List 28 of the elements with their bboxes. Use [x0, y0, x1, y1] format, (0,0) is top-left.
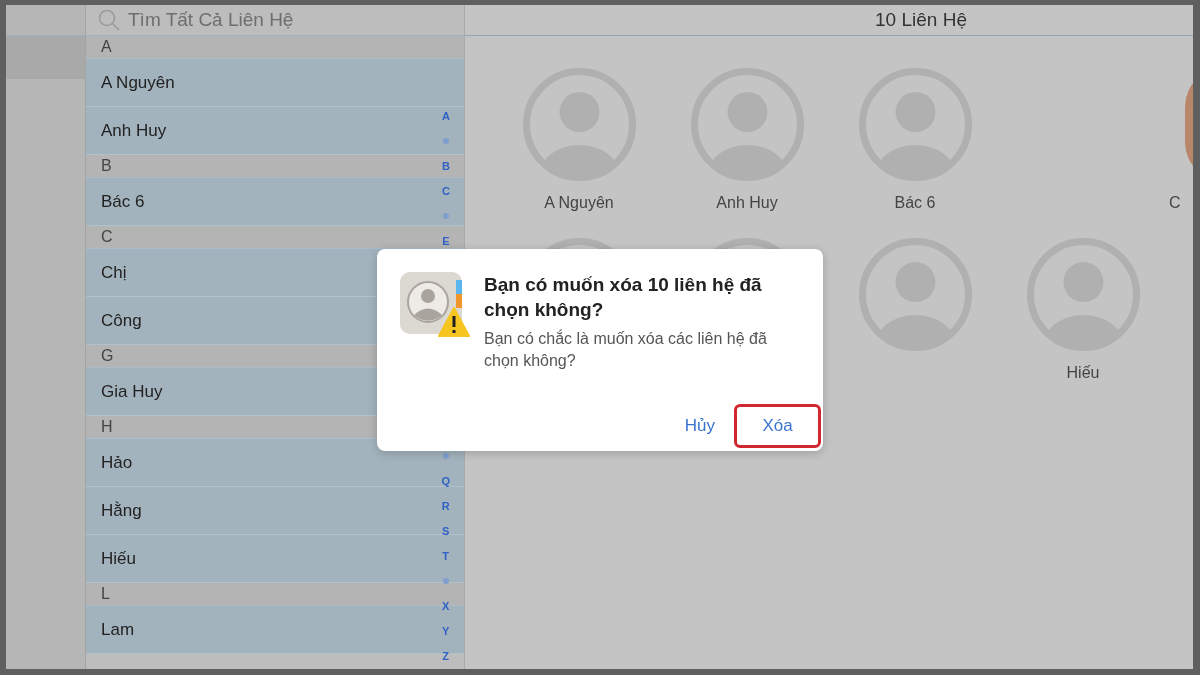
contact-name: Bác 6 [893, 194, 937, 212]
search-icon [98, 9, 120, 31]
contact-name: A Nguyên [543, 194, 615, 212]
dialog-title: Bạn có muốn xóa 10 liên hệ đã chọn không? [484, 273, 763, 322]
detail-title: 10 Liên Hệ [874, 9, 967, 32]
index-letter[interactable]: R [441, 499, 450, 513]
index-dot[interactable] [443, 213, 449, 219]
index-letter[interactable]: T [442, 549, 450, 563]
index-dot[interactable] [443, 138, 449, 144]
dialog-message: Bạn có chắc là muốn xóa các liên hệ đã chọn không? [484, 328, 768, 371]
contact-row[interactable]: A Nguyên [86, 59, 464, 107]
index-letter[interactable]: A [442, 109, 450, 123]
index-dot[interactable] [442, 453, 449, 459]
index-letter[interactable]: B [442, 159, 450, 173]
index-letter[interactable]: C [442, 184, 450, 198]
search-field[interactable]: Tìm Tất Cả Liên Hệ [128, 9, 428, 31]
index-letter[interactable]: E [442, 234, 450, 248]
sidebar-item[interactable] [6, 36, 85, 79]
contact-name: C [1168, 194, 1182, 212]
index-letter[interactable]: S [442, 524, 450, 538]
dialog-button[interactable]: Xóa [734, 404, 821, 448]
section-header: A [86, 36, 464, 59]
index-letter[interactable]: Y [442, 624, 450, 638]
contact-name: Hiếu [1065, 364, 1101, 382]
index-letter[interactable]: Q [441, 474, 450, 488]
index-dot[interactable] [442, 578, 449, 584]
contacts-warning-icon [400, 272, 470, 338]
contact-name: Anh Huy [715, 194, 779, 212]
